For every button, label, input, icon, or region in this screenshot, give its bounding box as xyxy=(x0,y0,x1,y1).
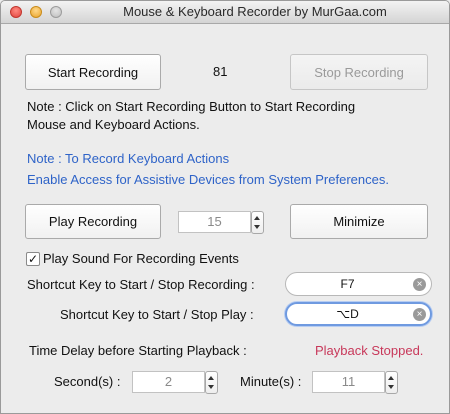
play-shortcut-value: ⌥D xyxy=(336,307,359,321)
arrow-down-icon[interactable] xyxy=(388,385,394,389)
record-shortcut-value: F7 xyxy=(340,277,355,291)
stop-recording-button[interactable]: Stop Recording xyxy=(290,54,428,90)
start-recording-button[interactable]: Start Recording xyxy=(25,54,161,90)
seconds-field[interactable]: 2 xyxy=(132,371,205,393)
title-bar: Mouse & Keyboard Recorder by MurGaa.com xyxy=(1,1,449,24)
play-recording-button[interactable]: Play Recording xyxy=(25,204,161,239)
clear-icon[interactable]: × xyxy=(413,308,426,321)
arrow-up-icon[interactable] xyxy=(388,376,394,380)
delay-label: Time Delay before Starting Playback : xyxy=(29,343,247,358)
note-line-2: Mouse and Keyboard Actions. xyxy=(27,117,200,132)
record-shortcut-field[interactable]: F7 × xyxy=(285,272,432,296)
play-sound-checkbox[interactable]: ✓ xyxy=(26,252,40,266)
minimize-icon[interactable] xyxy=(30,6,42,18)
close-icon[interactable] xyxy=(10,6,22,18)
seconds-label: Second(s) : xyxy=(54,374,121,389)
play-count-stepper[interactable] xyxy=(251,211,264,234)
play-sound-label: Play Sound For Recording Events xyxy=(43,251,239,266)
arrow-up-icon[interactable] xyxy=(208,376,214,380)
recording-counter: 81 xyxy=(213,64,228,79)
note-line-1: Note : Click on Start Recording Button t… xyxy=(27,99,356,114)
play-shortcut-label: Shortcut Key to Start / Stop Play : xyxy=(60,307,254,322)
arrow-down-icon[interactable] xyxy=(208,385,214,389)
clear-icon[interactable]: × xyxy=(413,278,426,291)
zoom-icon[interactable] xyxy=(50,6,62,18)
play-shortcut-field[interactable]: ⌥D × xyxy=(285,302,432,326)
keyboard-note-line-2: Enable Access for Assistive Devices from… xyxy=(27,172,389,187)
record-shortcut-label: Shortcut Key to Start / Stop Recording : xyxy=(27,277,255,292)
arrow-down-icon[interactable] xyxy=(254,225,260,229)
minutes-field[interactable]: 11 xyxy=(312,371,385,393)
seconds-stepper[interactable] xyxy=(205,371,218,394)
keyboard-note-line-1: Note : To Record Keyboard Actions xyxy=(27,151,230,166)
window-title: Mouse & Keyboard Recorder by MurGaa.com xyxy=(123,4,387,19)
play-count-field[interactable]: 15 xyxy=(178,211,251,233)
minutes-stepper[interactable] xyxy=(385,371,398,394)
minutes-label: Minute(s) : xyxy=(240,374,302,389)
minimize-button[interactable]: Minimize xyxy=(290,204,428,239)
app-window: Mouse & Keyboard Recorder by MurGaa.com … xyxy=(0,0,450,414)
playback-status: Playback Stopped. xyxy=(315,343,424,358)
arrow-up-icon[interactable] xyxy=(254,216,260,220)
